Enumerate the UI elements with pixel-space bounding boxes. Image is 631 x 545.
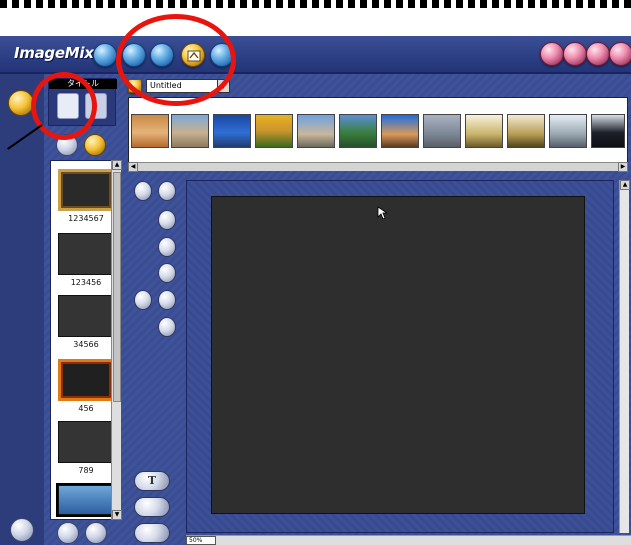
- delete-icon[interactable]: [158, 317, 176, 337]
- open-folder-button[interactable]: [84, 134, 106, 156]
- trash-icon[interactable]: [10, 518, 34, 542]
- photo-thumbnail[interactable]: [381, 114, 419, 148]
- frame-icon[interactable]: [158, 263, 176, 283]
- template-list-scrollbar[interactable]: ▲ ▼: [111, 160, 122, 520]
- template-thumbnail[interactable]: [58, 295, 114, 337]
- photo-thumbnail[interactable]: [507, 114, 545, 148]
- photo-thumbnail[interactable]: [423, 114, 461, 148]
- scroll-left-icon[interactable]: ◀: [128, 162, 138, 172]
- dashed-border: [0, 0, 631, 8]
- photo-thumbnail[interactable]: [297, 114, 335, 148]
- photo-thumbnail[interactable]: [213, 114, 251, 148]
- photo-thumbnail[interactable]: [255, 114, 293, 148]
- scroll-down-icon[interactable]: ▼: [112, 510, 122, 520]
- delete-template-button[interactable]: [57, 522, 79, 544]
- photo-thumbnail[interactable]: [339, 114, 377, 148]
- paste-icon[interactable]: [158, 290, 176, 310]
- image-tool-button[interactable]: [134, 497, 170, 517]
- text-tool-button[interactable]: T: [134, 471, 170, 491]
- template-thumbnail[interactable]: [56, 483, 116, 517]
- photo-thumbnail[interactable]: [465, 114, 503, 148]
- image-filmstrip: [128, 97, 628, 170]
- save-template-button[interactable]: [85, 522, 107, 544]
- template-thumbnail[interactable]: [58, 169, 114, 211]
- zoom-select[interactable]: 50%: [186, 536, 216, 545]
- photo-thumbnail[interactable]: [591, 114, 625, 148]
- template-thumbnail[interactable]: [58, 421, 114, 463]
- question-icon[interactable]: [563, 42, 587, 66]
- highlight-circle: [116, 14, 236, 106]
- shadow-icon[interactable]: [158, 237, 176, 257]
- settings-tools-icon[interactable]: [586, 42, 610, 66]
- copy-icon[interactable]: [134, 290, 152, 310]
- scroll-right-icon[interactable]: ▶: [618, 162, 628, 172]
- scrollbar-thumb[interactable]: [113, 172, 121, 402]
- template-list: 1234567 123456 34566 456 789: [50, 160, 120, 520]
- bring-front-icon[interactable]: [134, 181, 152, 201]
- status-bar: 50%: [186, 535, 631, 545]
- photo-thumbnail[interactable]: [131, 114, 169, 148]
- align-icon[interactable]: [158, 210, 176, 230]
- photo-thumbnail[interactable]: [171, 114, 209, 148]
- editor-scrollbar[interactable]: ▲: [619, 180, 630, 533]
- capture-mode-icon[interactable]: [93, 43, 117, 67]
- left-strip: [0, 74, 44, 545]
- layout-tool-button[interactable]: [134, 523, 170, 543]
- help-icon[interactable]: [540, 42, 564, 66]
- app-window: ImageMixer タイトル Untitled ▼ ◀ ▶ 1234567 1…: [0, 0, 631, 545]
- scroll-up-icon[interactable]: ▲: [112, 160, 122, 170]
- photo-thumbnail[interactable]: [549, 114, 587, 148]
- close-icon[interactable]: [609, 42, 631, 66]
- highlight-circle: [31, 72, 97, 140]
- template-thumbnail[interactable]: [58, 233, 114, 275]
- title-canvas[interactable]: [211, 196, 585, 514]
- send-back-icon[interactable]: [158, 181, 176, 201]
- mouse-cursor-icon: [377, 206, 387, 220]
- filmstrip-scrollbar[interactable]: ◀ ▶: [128, 162, 628, 172]
- scroll-up-icon[interactable]: ▲: [620, 180, 630, 190]
- template-thumbnail[interactable]: [58, 359, 114, 401]
